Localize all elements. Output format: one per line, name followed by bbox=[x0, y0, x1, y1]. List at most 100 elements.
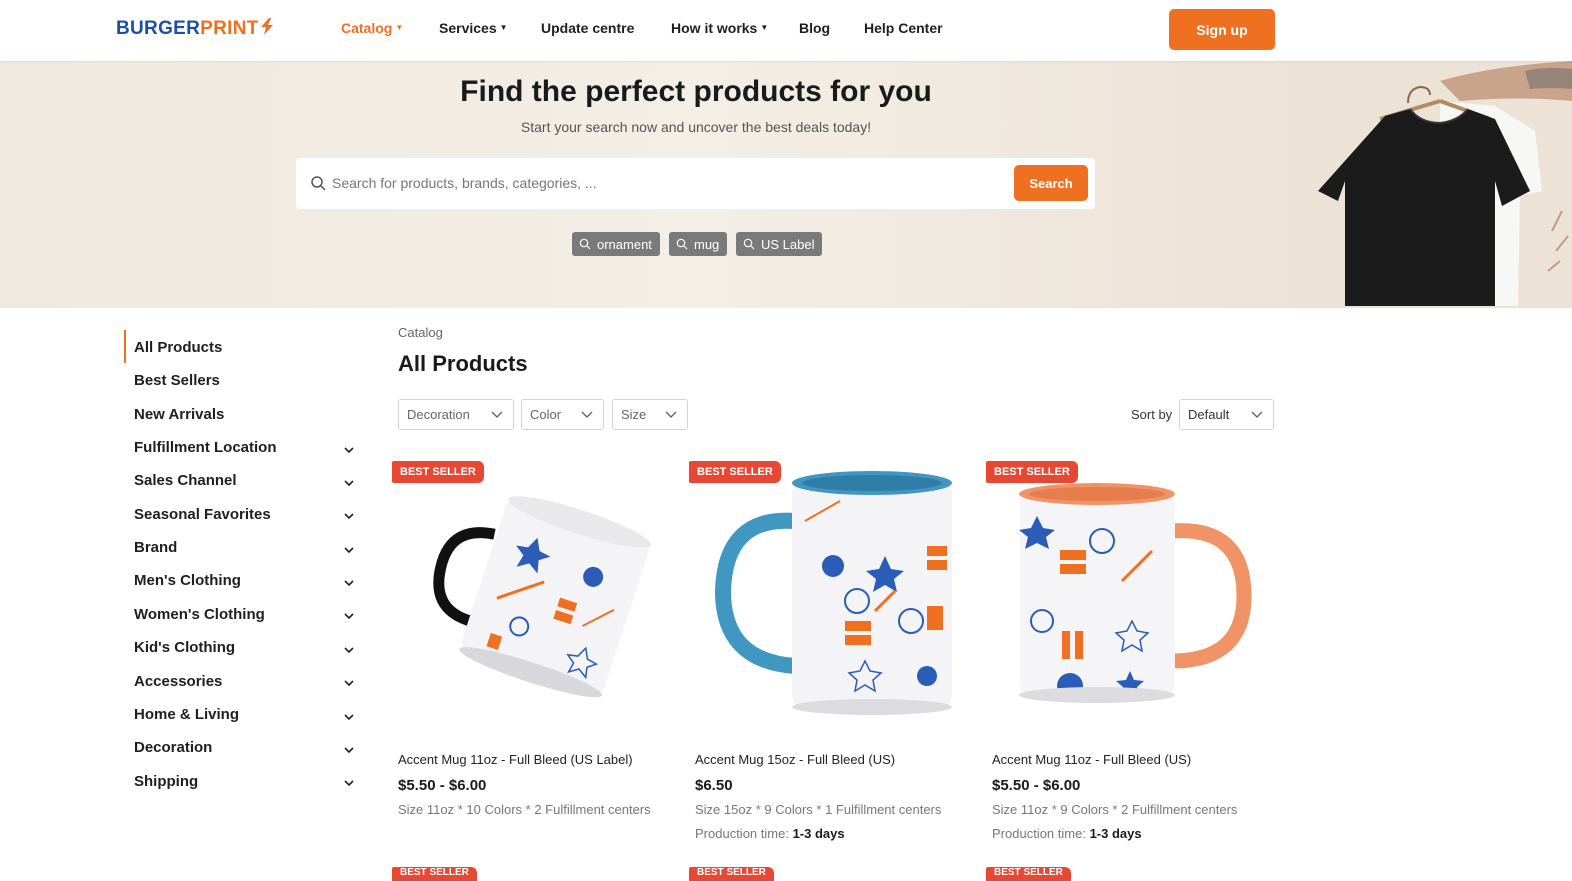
chevron-down-icon[interactable] bbox=[343, 610, 355, 622]
sort-label: Sort by bbox=[1131, 407, 1173, 422]
logo-part-print: PRINT bbox=[200, 18, 259, 39]
chevron-down-icon[interactable] bbox=[343, 544, 355, 556]
chip-label: mug bbox=[694, 236, 720, 252]
logo-part-burger: BURGER bbox=[116, 18, 201, 39]
filter-size[interactable]: Size bbox=[612, 399, 688, 430]
product-card[interactable]: BEST SELLER Accent Mug 11oz - Full Bleed… bbox=[392, 461, 678, 861]
sidebar-item-best-sellers[interactable]: Best Sellers bbox=[134, 372, 220, 389]
nav-how-it-works[interactable]: How it works ▼ bbox=[671, 20, 768, 36]
caret-down-icon: ▼ bbox=[499, 23, 508, 32]
sidebar-item-kids-clothing[interactable]: Kid's Clothing bbox=[134, 639, 235, 656]
search-icon bbox=[676, 238, 688, 250]
product-price: $5.50 - $6.00 bbox=[992, 777, 1081, 794]
nav-services-label: Services bbox=[439, 20, 497, 36]
chip-label: ornament bbox=[597, 236, 652, 252]
chevron-down-icon[interactable] bbox=[343, 510, 355, 522]
top-header: BURGER PRINT Catalog ▼ Services ▼ Update … bbox=[0, 0, 1572, 61]
filter-decoration[interactable]: Decoration bbox=[398, 399, 514, 430]
search-icon bbox=[579, 238, 591, 250]
product-price: $5.50 - $6.00 bbox=[398, 777, 487, 794]
sidebar-item-womens-clothing[interactable]: Women's Clothing bbox=[134, 606, 265, 623]
sidebar-item-seasonal-favorites[interactable]: Seasonal Favorites bbox=[134, 506, 271, 523]
best-seller-badge: BEST SELLER bbox=[392, 461, 484, 483]
signup-button[interactable]: Sign up bbox=[1169, 9, 1275, 50]
nav-help-center[interactable]: Help Center bbox=[864, 20, 943, 36]
hanging-tshirts-image bbox=[1290, 61, 1572, 308]
chevron-down-icon bbox=[1251, 411, 1263, 418]
filter-color[interactable]: Color bbox=[521, 399, 604, 430]
active-indicator bbox=[124, 330, 126, 363]
chevron-down-icon[interactable] bbox=[343, 711, 355, 723]
product-name[interactable]: Accent Mug 11oz - Full Bleed (US) bbox=[992, 752, 1191, 767]
production-label: Production time: bbox=[695, 826, 789, 841]
chevron-down-icon bbox=[581, 411, 593, 418]
chevron-down-icon[interactable] bbox=[343, 744, 355, 756]
brand-logo[interactable]: BURGER PRINT bbox=[116, 18, 274, 40]
hero-title: Find the perfect products for you bbox=[460, 75, 932, 108]
nav-catalog[interactable]: Catalog ▼ bbox=[341, 20, 403, 36]
sort-select[interactable]: Default bbox=[1179, 399, 1274, 430]
sidebar-item-decoration[interactable]: Decoration bbox=[134, 739, 212, 756]
sidebar-item-mens-clothing[interactable]: Men's Clothing bbox=[134, 572, 241, 589]
best-seller-badge: BEST SELLER bbox=[689, 867, 774, 881]
product-card[interactable]: BEST SELLER Accent Mug 15oz - Full Bleed… bbox=[689, 461, 975, 861]
best-seller-badge: BEST SELLER bbox=[392, 867, 477, 881]
product-price: $6.50 bbox=[695, 777, 733, 794]
filter-label: Color bbox=[530, 407, 562, 422]
product-meta: Size 11oz * 10 Colors * 2 Fulfillment ce… bbox=[398, 802, 651, 817]
nav-update-centre[interactable]: Update centre bbox=[541, 20, 634, 36]
sidebar-item-home-living[interactable]: Home & Living bbox=[134, 706, 239, 723]
production-time: Production time: 1-3 days bbox=[695, 826, 845, 841]
production-label: Production time: bbox=[992, 826, 1086, 841]
sidebar-item-sales-channel[interactable]: Sales Channel bbox=[134, 472, 237, 489]
caret-down-icon: ▼ bbox=[395, 23, 404, 32]
sidebar-item-accessories[interactable]: Accessories bbox=[134, 673, 222, 690]
sidebar-item-fulfillment-location[interactable]: Fulfillment Location bbox=[134, 439, 277, 456]
suggestion-chip-mug[interactable]: mug bbox=[669, 232, 728, 256]
nav-blog[interactable]: Blog bbox=[799, 20, 830, 36]
chevron-down-icon[interactable] bbox=[343, 444, 355, 456]
search-input[interactable] bbox=[332, 166, 992, 200]
chevron-down-icon[interactable] bbox=[343, 477, 355, 489]
sidebar-item-brand[interactable]: Brand bbox=[134, 539, 177, 556]
filter-label: Size bbox=[621, 407, 647, 422]
sidebar-item-all-products[interactable]: All Products bbox=[134, 339, 222, 356]
chevron-down-icon bbox=[665, 411, 677, 418]
product-meta: Size 15oz * 9 Colors * 1 Fulfillment cen… bbox=[695, 802, 942, 817]
search-icon bbox=[311, 176, 326, 191]
product-image-mug-black[interactable] bbox=[398, 461, 678, 741]
suggestion-chip-ornament[interactable]: ornament bbox=[572, 232, 660, 256]
chevron-down-icon[interactable] bbox=[343, 644, 355, 656]
sidebar-item-new-arrivals[interactable]: New Arrivals bbox=[134, 406, 224, 423]
product-image-mug-orange[interactable] bbox=[992, 461, 1272, 741]
sort-value: Default bbox=[1188, 407, 1230, 422]
nav-catalog-label: Catalog bbox=[341, 20, 393, 36]
production-value: 1-3 days bbox=[792, 826, 845, 841]
product-name[interactable]: Accent Mug 11oz - Full Bleed (US Label) bbox=[398, 752, 633, 767]
caret-down-icon: ▼ bbox=[760, 23, 769, 32]
filter-label: Decoration bbox=[407, 407, 470, 422]
product-image-mug-blue[interactable] bbox=[695, 461, 975, 741]
hero-subtitle: Start your search now and uncover the be… bbox=[520, 119, 872, 135]
best-seller-badge: BEST SELLER bbox=[986, 461, 1078, 483]
hero-banner: Find the perfect products for you Start … bbox=[0, 61, 1572, 308]
chip-label: US Label bbox=[761, 236, 815, 252]
product-card[interactable]: BEST SELLER Accent Mug 11oz - Full Bleed… bbox=[986, 461, 1272, 861]
sidebar-item-shipping[interactable]: Shipping bbox=[134, 773, 198, 790]
chevron-down-icon bbox=[491, 411, 503, 418]
production-value: 1-3 days bbox=[1089, 826, 1142, 841]
chevron-down-icon[interactable] bbox=[343, 777, 355, 789]
best-seller-badge: BEST SELLER bbox=[986, 867, 1071, 881]
chevron-down-icon[interactable] bbox=[343, 577, 355, 589]
page-title: All Products bbox=[398, 351, 528, 376]
breadcrumb[interactable]: Catalog bbox=[398, 325, 443, 340]
best-seller-badge: BEST SELLER bbox=[689, 461, 781, 483]
search-button[interactable]: Search bbox=[1014, 165, 1088, 201]
product-name[interactable]: Accent Mug 15oz - Full Bleed (US) bbox=[695, 752, 895, 767]
nav-blog-label: Blog bbox=[799, 20, 831, 36]
nav-services[interactable]: Services ▼ bbox=[439, 20, 508, 36]
suggestion-chip-us-label[interactable]: US Label bbox=[736, 232, 823, 256]
nav-update-centre-label: Update centre bbox=[541, 20, 635, 36]
search-bar: Search bbox=[296, 158, 1095, 209]
chevron-down-icon[interactable] bbox=[343, 677, 355, 689]
